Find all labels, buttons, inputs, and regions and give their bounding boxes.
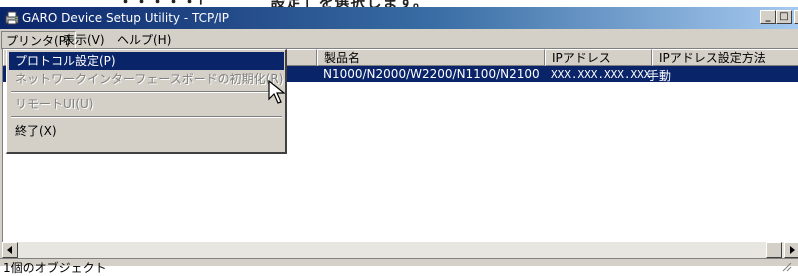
scroll-left-icon bbox=[7, 246, 12, 254]
column-header-ip[interactable]: IPアドレス bbox=[545, 49, 652, 66]
status-bar: 1個のオブジェクト bbox=[0, 258, 798, 275]
menu-help[interactable]: ヘルプ(H) bbox=[113, 31, 175, 48]
status-text: 1個のオブジェクト bbox=[3, 261, 107, 275]
menu-separator bbox=[11, 91, 282, 93]
document-caption-fragment: ・・・・・「 設定」を選択します。 bbox=[0, 0, 798, 7]
close-button[interactable]: × bbox=[794, 10, 798, 24]
scroll-thumb[interactable] bbox=[766, 242, 782, 258]
column-header-ip-method[interactable]: IPアドレス設定方法 bbox=[652, 49, 798, 66]
menu-bar: プリンタ(P) 表示(V) ヘルプ(H) bbox=[0, 29, 798, 50]
ip-method-cell: 手動 bbox=[647, 69, 672, 83]
maximize-button[interactable]: □ bbox=[776, 10, 792, 24]
printer-app-icon bbox=[5, 11, 19, 25]
menu-view[interactable]: 表示(V) bbox=[59, 31, 109, 48]
column-header-product[interactable]: 製品名 bbox=[317, 49, 545, 66]
menu-item-exit[interactable]: 終了(X) bbox=[9, 122, 284, 140]
ip-cell: XXX.XXX.XXX.XXX bbox=[551, 68, 651, 81]
menu-item-protocol-settings[interactable]: プロトコル設定(P) bbox=[9, 52, 284, 70]
scroll-right-icon bbox=[790, 246, 795, 254]
title-bar[interactable]: GARO Device Setup Utility - TCP/IP _ □ × bbox=[0, 7, 798, 29]
menu-separator bbox=[11, 116, 282, 118]
printer-menu-dropdown: プロトコル設定(P) ネットワークインターフェースボードの初期化(R) リモート… bbox=[6, 49, 287, 154]
menu-item-remote-ui[interactable]: リモートUI(U) bbox=[9, 95, 284, 113]
scroll-right-button[interactable] bbox=[784, 242, 798, 258]
menu-item-reset-nic[interactable]: ネットワークインターフェースボードの初期化(R) bbox=[9, 70, 284, 88]
window-title: GARO Device Setup Utility - TCP/IP bbox=[22, 11, 230, 25]
horizontal-scrollbar[interactable] bbox=[2, 242, 798, 258]
minimize-button[interactable]: _ bbox=[760, 10, 776, 24]
mouse-pointer-icon bbox=[268, 80, 286, 104]
scroll-left-button[interactable] bbox=[2, 242, 18, 258]
size-grip-icon[interactable] bbox=[780, 260, 792, 272]
product-cell: N1000/N2000/W2200/N1100/N2100 bbox=[323, 67, 540, 81]
